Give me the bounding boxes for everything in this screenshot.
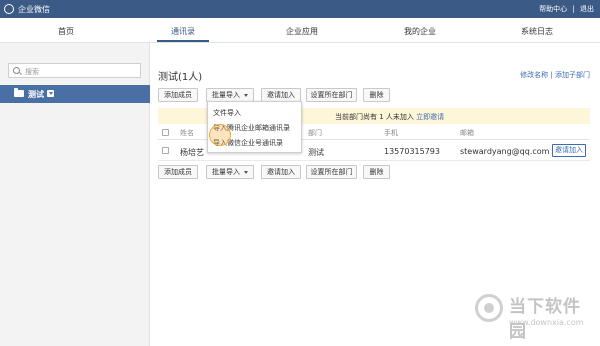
notice-text: 当前部门尚有 1 人未加入 立即邀请	[335, 113, 445, 121]
invite-now-link[interactable]: 立即邀请	[416, 113, 444, 121]
batch-import-label: 批量导入	[212, 91, 240, 99]
column-name: 姓名	[180, 129, 194, 137]
tab-contacts[interactable]: 通讯录	[143, 26, 223, 37]
batch-import-label: 批量导入	[212, 168, 240, 176]
row-invite-button[interactable]: 邀请加入	[552, 144, 586, 157]
menu-item-file-import[interactable]: 文件导入	[213, 108, 241, 118]
sidebar-item-department[interactable]: 测试	[0, 85, 150, 103]
tab-apps[interactable]: 企业应用	[262, 26, 342, 37]
app-title: 企业微信	[18, 5, 50, 14]
dropdown-arrow-icon[interactable]	[47, 90, 54, 97]
top-bar: 企业微信 帮助中心 | 退出	[0, 0, 600, 18]
search-placeholder: 搜索	[25, 68, 39, 76]
separator: |	[550, 71, 553, 79]
top-right-links: 帮助中心 | 退出	[536, 4, 594, 14]
sidebar: 搜索 测试	[0, 43, 150, 346]
title-links: 修改名称 | 添加子部门	[520, 70, 590, 80]
watermark-logo-icon	[475, 294, 503, 322]
watermark-title: 当下软件园	[509, 297, 581, 342]
batch-import-button[interactable]: 批量导入	[206, 88, 254, 102]
member-email: stewardyang@qq.com	[460, 147, 550, 156]
column-email: 邮箱	[460, 129, 474, 137]
select-all-checkbox[interactable]	[162, 129, 169, 136]
department-label: 测试	[28, 90, 44, 99]
logout-link[interactable]: 退出	[580, 5, 594, 13]
add-subdepartment-link[interactable]: 添加子部门	[555, 71, 590, 79]
column-department: 部门	[308, 129, 322, 137]
help-center-link[interactable]: 帮助中心	[539, 5, 567, 13]
main-nav: 首页 通讯录 企业应用 我的企业 系统日志	[0, 18, 600, 43]
chevron-down-icon	[244, 170, 248, 174]
page-title: 测试(1人)	[158, 72, 203, 83]
set-department-button[interactable]: 设置所在部门	[306, 88, 357, 102]
search-icon	[13, 67, 20, 74]
row-checkbox[interactable]	[162, 147, 169, 154]
member-department: 测试	[308, 148, 324, 157]
add-member-button-bottom[interactable]: 添加成员	[158, 165, 198, 179]
column-phone: 手机	[384, 129, 398, 137]
batch-import-button-bottom[interactable]: 批量导入	[206, 165, 254, 179]
tab-system-log[interactable]: 系统日志	[497, 26, 577, 37]
member-name: 杨培艺	[180, 148, 204, 157]
delete-button-bottom[interactable]: 删除	[363, 165, 390, 179]
wecom-logo-icon	[4, 4, 14, 14]
invite-button-bottom[interactable]: 邀请加入	[261, 165, 301, 179]
folder-icon	[14, 88, 24, 97]
delete-button[interactable]: 删除	[363, 88, 390, 102]
add-member-button[interactable]: 添加成员	[158, 88, 198, 102]
tab-home[interactable]: 首页	[26, 26, 106, 37]
chevron-down-icon	[244, 93, 248, 97]
edit-name-link[interactable]: 修改名称	[520, 71, 548, 79]
separator: |	[572, 5, 575, 13]
set-department-button-bottom[interactable]: 设置所在部门	[306, 165, 357, 179]
member-phone: 13570315793	[384, 147, 440, 156]
search-input[interactable]: 搜索	[8, 63, 141, 78]
active-tab-indicator	[157, 40, 209, 42]
watermark-url: www.downxia.com	[509, 318, 584, 327]
watermark: 当下软件园 www.downxia.com	[475, 290, 595, 342]
tab-my-enterprise[interactable]: 我的企业	[380, 26, 460, 37]
click-highlight-indicator	[209, 124, 231, 146]
invite-button[interactable]: 邀请加入	[261, 88, 301, 102]
